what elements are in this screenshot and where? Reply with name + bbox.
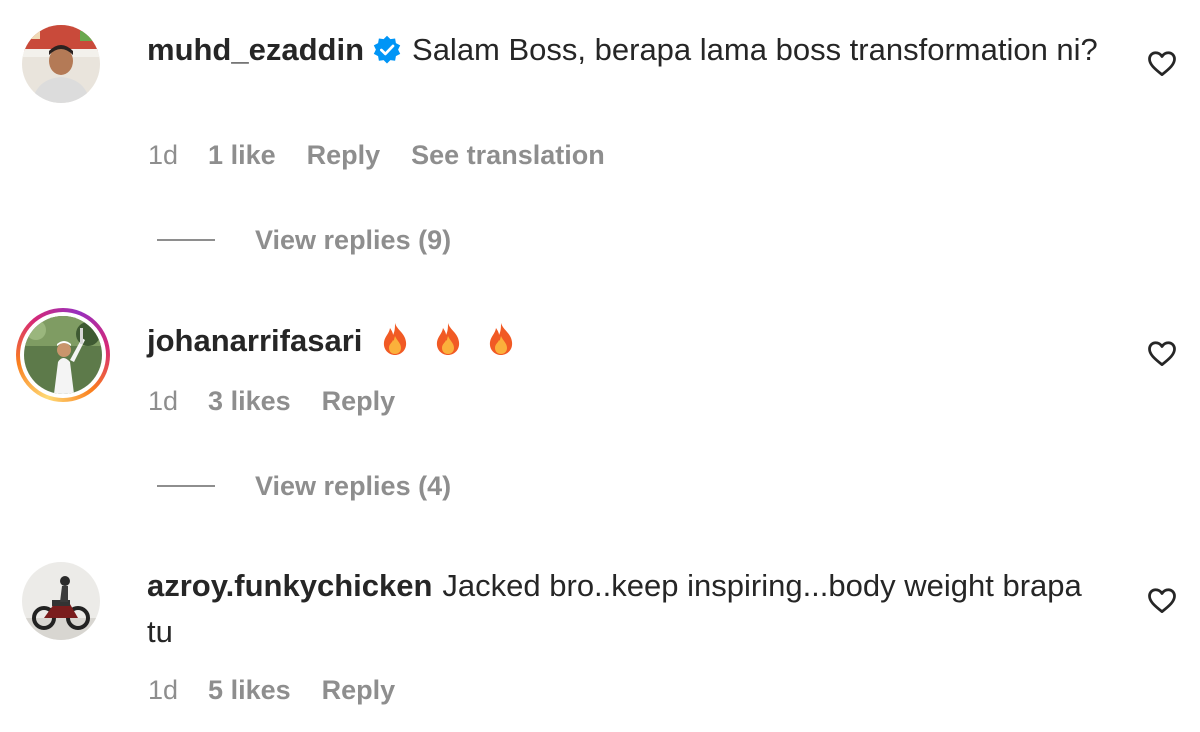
likes-count[interactable]: 5 likes xyxy=(208,675,291,706)
comment-body: azroy.funkychicken Jacked bro..keep inspi… xyxy=(147,563,1107,655)
fire-icon xyxy=(384,323,407,355)
avatar-image xyxy=(22,562,100,640)
comment-timestamp[interactable]: 1d xyxy=(148,675,178,706)
view-replies-button[interactable]: View replies (9) xyxy=(157,222,451,258)
fire-icon xyxy=(436,323,460,355)
view-replies-label: View replies (9) xyxy=(255,224,452,255)
reply-button[interactable]: Reply xyxy=(322,386,396,417)
comment-emoji-group xyxy=(380,322,529,369)
comment-meta: 1d 3 likes Reply xyxy=(148,383,426,419)
heart-outline-icon[interactable] xyxy=(1147,586,1177,614)
comment-meta: 1d 5 likes Reply xyxy=(148,672,426,708)
avatar-image xyxy=(22,25,100,103)
comment-body: muhd_ezaddin Salam Boss, berapa lama bos… xyxy=(147,27,1107,73)
heart-outline-icon[interactable] xyxy=(1147,339,1177,367)
avatar-image xyxy=(24,316,102,394)
view-replies-button[interactable]: View replies (4) xyxy=(157,468,451,504)
reply-button[interactable]: Reply xyxy=(307,140,381,171)
heart-outline-icon[interactable] xyxy=(1147,49,1177,77)
avatar[interactable] xyxy=(22,25,100,103)
divider-line xyxy=(157,239,215,241)
verified-badge-icon xyxy=(373,35,401,64)
comment-timestamp[interactable]: 1d xyxy=(148,386,178,417)
comment-meta: 1d 1 like Reply See translation xyxy=(148,137,636,173)
avatar[interactable] xyxy=(22,562,100,640)
comment-timestamp[interactable]: 1d xyxy=(148,140,178,171)
see-translation-button[interactable]: See translation xyxy=(411,140,605,171)
likes-count[interactable]: 1 like xyxy=(208,140,276,171)
view-replies-label: View replies (4) xyxy=(255,470,452,501)
comment-text: Salam Boss, berapa lama boss transformat… xyxy=(412,32,1098,67)
comment-username[interactable]: muhd_ezaddin xyxy=(147,32,364,67)
likes-count[interactable]: 3 likes xyxy=(208,386,291,417)
comment-body: johanarrifasari xyxy=(147,318,1107,369)
fire-icon xyxy=(489,323,512,355)
story-ring[interactable] xyxy=(16,308,110,402)
reply-button[interactable]: Reply xyxy=(322,675,396,706)
comment-username[interactable]: azroy.funkychicken xyxy=(147,568,432,603)
comment-username[interactable]: johanarrifasari xyxy=(147,323,362,358)
avatar xyxy=(24,316,102,394)
divider-line xyxy=(157,485,215,487)
